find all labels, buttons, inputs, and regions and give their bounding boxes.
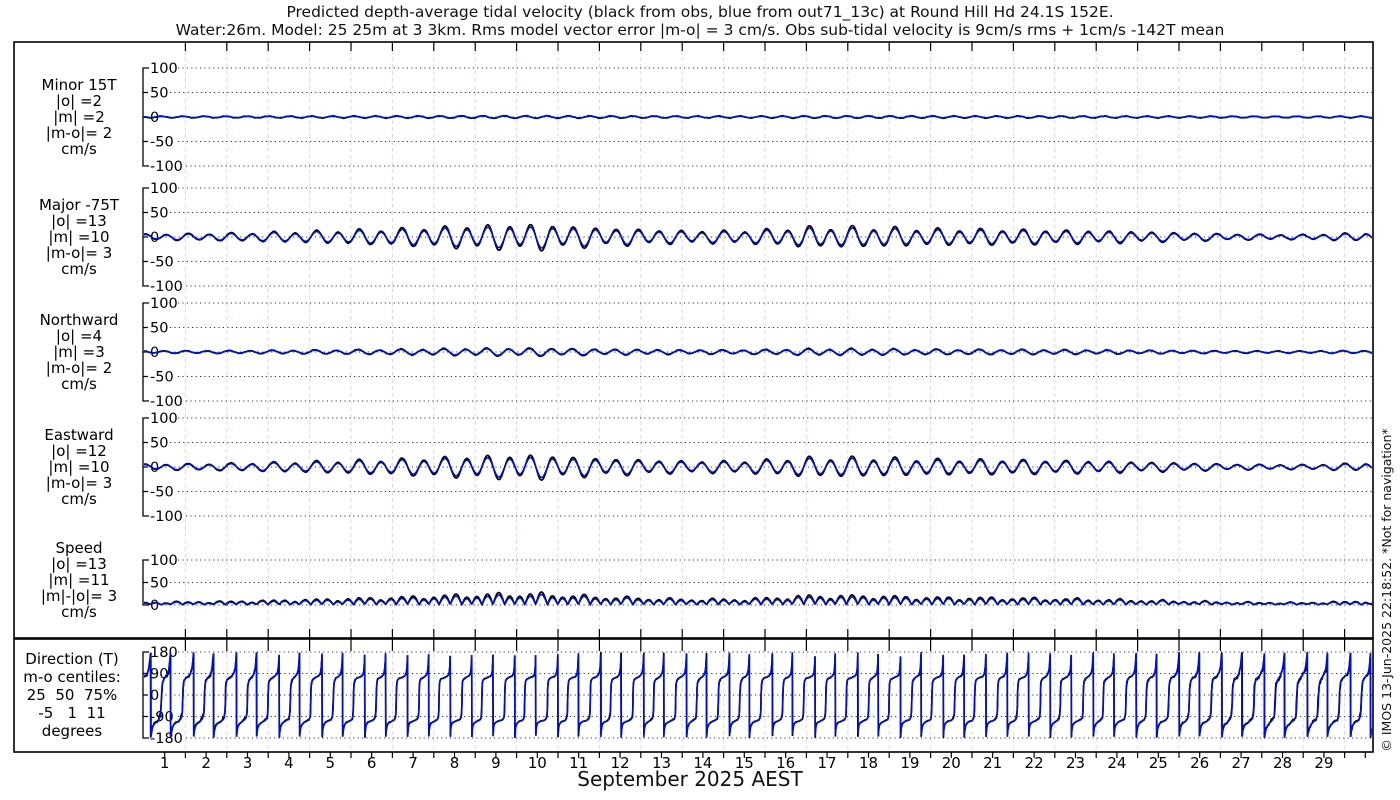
ytick-label: 50 [150,321,168,337]
ytick-label: -100 [150,509,183,525]
x-axis-label: September 2025 AEST [577,767,803,791]
panel-direction-label: Direction (T) [25,650,118,668]
ytick-label: 50 [150,206,168,222]
ytick-label: 0 [150,598,159,614]
panel-northward-curves [144,347,1372,358]
ytick-label: 50 [150,436,168,452]
ytick-label: 100 [150,61,178,77]
panel-speed-label: cm/s [61,603,97,621]
ytick-label: -50 [150,485,174,501]
northward-model-curve [144,348,1372,357]
ytick-label: 90 [150,667,168,683]
panel-eastward-label: cm/s [61,490,97,508]
ytick-label: -180 [150,731,183,747]
panel-direction-label: m-o centiles: [23,668,121,686]
ytick-label: 100 [150,296,178,312]
ytick-label: -50 [150,255,174,271]
panel-direction-label: -5 1 11 [38,704,105,722]
panel-major-label: cm/s [61,260,97,278]
eastward-model-curve [144,456,1372,479]
panel-direction-curves [144,652,1372,739]
ytick-label: 100 [150,553,178,569]
speed-model-curve [144,593,1372,607]
panel-major-curves [144,223,1372,252]
direction-obs-curve [144,652,1372,739]
ytick-label: -50 [150,135,174,151]
panel-eastward-curves [144,454,1372,481]
ytick-label: 50 [150,576,168,592]
ytick-label: -50 [150,370,174,386]
panel-northward-label: cm/s [61,375,97,393]
panel-speed-curves [144,591,1372,607]
panel-minor-label: cm/s [61,140,97,158]
ytick-label: 180 [150,645,178,661]
ytick-label: -100 [150,159,183,175]
panel-minor-curves [144,114,1372,120]
minor-model-curve [144,115,1372,119]
direction-model-curve [144,652,1372,739]
copyright-watermark: © IMOS 13-Jun-2025 22:18:52. *Not for na… [1379,428,1394,752]
ytick-label: -100 [150,279,183,295]
panel-direction-label: 25 50 75% [27,686,118,704]
ytick-label: -100 [150,394,183,410]
ytick-label: 100 [150,411,178,427]
panel-direction-label: degrees [42,722,103,740]
velocity-panels-frame [13,41,1374,639]
ytick-label: 100 [150,181,178,197]
tidal-velocity-chart: Predicted depth-average tidal velocity (… [0,0,1400,800]
panel-speed-axis: 100500Speed|o| =13|m| =11|m|-|o|= 3cm/s [41,539,1372,621]
major-model-curve [144,226,1372,249]
ytick-label: 50 [150,86,168,102]
plot-canvas: 100500-50-100Minor 15T|o| =2|m| =2|m-o|=… [13,41,1374,772]
